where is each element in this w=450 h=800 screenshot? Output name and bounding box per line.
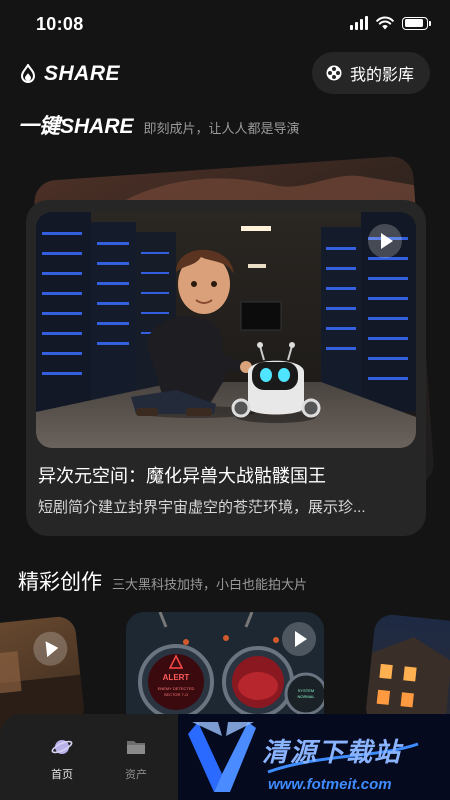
featured-play-button[interactable] [368,224,402,258]
featured-video-card[interactable]: 异次元空间：魔化异兽大战骷髅国王 短剧简介建立封界宇宙虚空的苍茫环境，展示珍..… [26,200,426,536]
creations-section-header: 精彩创作 三大黑科技加持，小白也能拍大片 [18,566,307,596]
flame-logo-icon [20,64,36,83]
wifi-icon [376,16,394,30]
creation-play-button[interactable] [282,622,316,656]
tab-assets-label: 资产 [125,769,147,781]
robot-sector-text: SECTOR 7-G [164,692,188,697]
hero-section-header: 一键SHARE 即刻成片，让人人都是导演 [18,110,300,140]
hero-section-subtitle: 即刻成片，让人人都是导演 [143,121,300,136]
featured-video-thumbnail[interactable] [36,212,416,448]
hero-section-title: 一键SHARE [18,115,134,138]
watermark-url: www.fotmeit.com [268,776,392,793]
my-library-button[interactable]: 我的影库 [311,52,430,94]
creations-section-subtitle: 三大黑科技加持，小白也能拍大片 [112,577,308,592]
robot-enemy-detected-text: ENEMY DETECTED [158,686,195,691]
my-library-label: 我的影库 [349,67,414,84]
app-header: SHARE 我的影库 [0,52,450,96]
featured-title: 异次元空间：魔化异兽大战骷髅国王 [38,466,326,486]
planet-icon [51,740,73,754]
battery-level [404,19,424,27]
creations-section-title: 精彩创作 [18,571,102,594]
cellular-signal-icon [350,16,368,30]
app-logo[interactable]: SHARE [18,62,120,86]
robot-system-text: SYSTEM [298,688,314,693]
battery-icon [402,16,431,30]
watermark-site-name: 清源下载站 [262,737,403,767]
logo-text: SHARE [44,62,121,85]
featured-description: 短剧简介建立封界宇宙虚空的苍茫环境，展示珍... [38,499,366,516]
robot-normal-text: NORMAL [297,694,315,699]
tab-assets[interactable]: 资产 [106,736,166,782]
robot-alert-text: ALERT [163,673,190,682]
folder-icon [127,741,145,754]
film-reel-icon [326,65,342,81]
status-icons [350,16,431,30]
tab-home-label: 首页 [51,769,73,781]
site-watermark: 清源下载站 www.fotmeit.com [178,714,450,800]
tab-home[interactable]: 首页 [32,736,92,782]
status-time: 10:08 [36,14,84,34]
status-bar: 10:08 [0,0,450,50]
server-room-scene-image [36,212,416,448]
